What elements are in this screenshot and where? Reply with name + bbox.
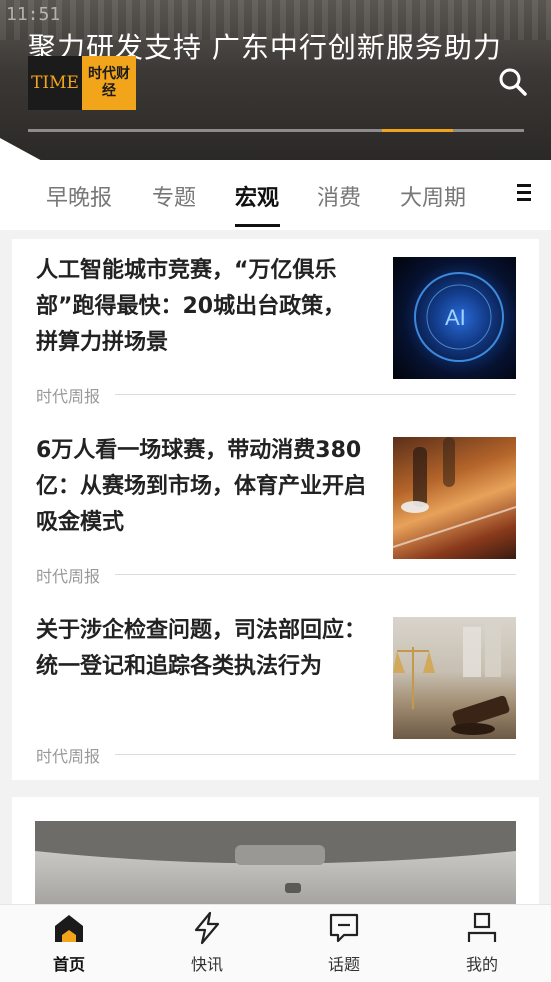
lightning-icon bbox=[194, 911, 220, 945]
article-title[interactable]: 6万人看一场球赛，带动消费380亿：从赛场到市场，体育产业开启吸金模式 bbox=[36, 433, 366, 541]
status-time: 11:51 bbox=[6, 4, 61, 25]
tab-xiaofei[interactable]: 消费 bbox=[317, 180, 361, 212]
comment-icon bbox=[329, 913, 359, 943]
banner-carousel[interactable]: 11:51 聚力研发支持 广东中行创新服务助力科创 TIME 时代财经 bbox=[0, 0, 551, 160]
logo-cn-text: 时代财经 bbox=[82, 56, 136, 110]
search-icon[interactable] bbox=[497, 66, 529, 98]
article-thumbnail[interactable] bbox=[393, 617, 516, 739]
article-source: 时代周报 bbox=[36, 747, 101, 766]
nav-mine-label: 我的 bbox=[465, 955, 498, 974]
feature-image[interactable] bbox=[35, 821, 516, 917]
home-icon bbox=[55, 915, 83, 942]
tab-zhuanti[interactable]: 专题 bbox=[152, 180, 196, 212]
tab-hongguan[interactable]: 宏观 bbox=[235, 180, 279, 212]
carousel-progress bbox=[28, 129, 524, 132]
tab-zaowanbao[interactable]: 早晚报 bbox=[46, 180, 112, 212]
article-list: 人工智能城市竞赛，“万亿俱乐部”跑得最快：20城出台政策，拼算力拼场景 AI 时… bbox=[12, 239, 539, 780]
logo-time-text: TIME bbox=[28, 56, 82, 110]
article-title[interactable]: 关于涉企检查问题，司法部回应：统一登记和追踪各类执法行为 bbox=[36, 613, 366, 685]
list-item[interactable]: 关于涉企检查问题，司法部回应：统一登记和追踪各类执法行为 时代周报 bbox=[12, 599, 539, 779]
list-item[interactable]: 人工智能城市竞赛，“万亿俱乐部”跑得最快：20城出台政策，拼算力拼场景 AI 时… bbox=[12, 239, 539, 419]
divider bbox=[115, 574, 516, 575]
carousel-progress-fill bbox=[382, 129, 453, 132]
ai-thumbnail-text: AI bbox=[445, 305, 466, 330]
nav-flash-label: 快讯 bbox=[190, 955, 223, 974]
menu-icon[interactable] bbox=[517, 184, 531, 204]
article-thumbnail[interactable] bbox=[393, 437, 516, 559]
nav-mine[interactable]: 我的 bbox=[442, 911, 522, 975]
article-source: 时代周报 bbox=[36, 387, 101, 406]
divider bbox=[115, 394, 516, 395]
divider bbox=[115, 754, 516, 755]
app-logo: TIME 时代财经 bbox=[28, 56, 136, 110]
list-item[interactable]: 6万人看一场球赛，带动消费380亿：从赛场到市场，体育产业开启吸金模式 时代周报 bbox=[12, 419, 539, 599]
bottom-nav: 首页 快讯 话题 我的 bbox=[0, 904, 551, 982]
nav-home[interactable]: 首页 bbox=[29, 911, 109, 975]
nav-topics[interactable]: 话题 bbox=[304, 911, 384, 975]
article-source: 时代周报 bbox=[36, 567, 101, 586]
nav-topics-label: 话题 bbox=[327, 955, 360, 974]
active-tab-indicator bbox=[235, 224, 280, 227]
nav-flash[interactable]: 快讯 bbox=[167, 911, 247, 975]
article-thumbnail[interactable]: AI bbox=[393, 257, 516, 379]
article-title[interactable]: 人工智能城市竞赛，“万亿俱乐部”跑得最快：20城出台政策，拼算力拼场景 bbox=[36, 253, 366, 361]
profile-icon bbox=[467, 912, 497, 942]
category-tabs: 早晚报 专题 宏观 消费 大周期 bbox=[0, 160, 551, 230]
tab-dazhouqi[interactable]: 大周期 bbox=[400, 180, 466, 212]
nav-home-label: 首页 bbox=[52, 955, 85, 974]
feature-card[interactable] bbox=[12, 797, 539, 917]
banner-edge bbox=[0, 138, 551, 160]
